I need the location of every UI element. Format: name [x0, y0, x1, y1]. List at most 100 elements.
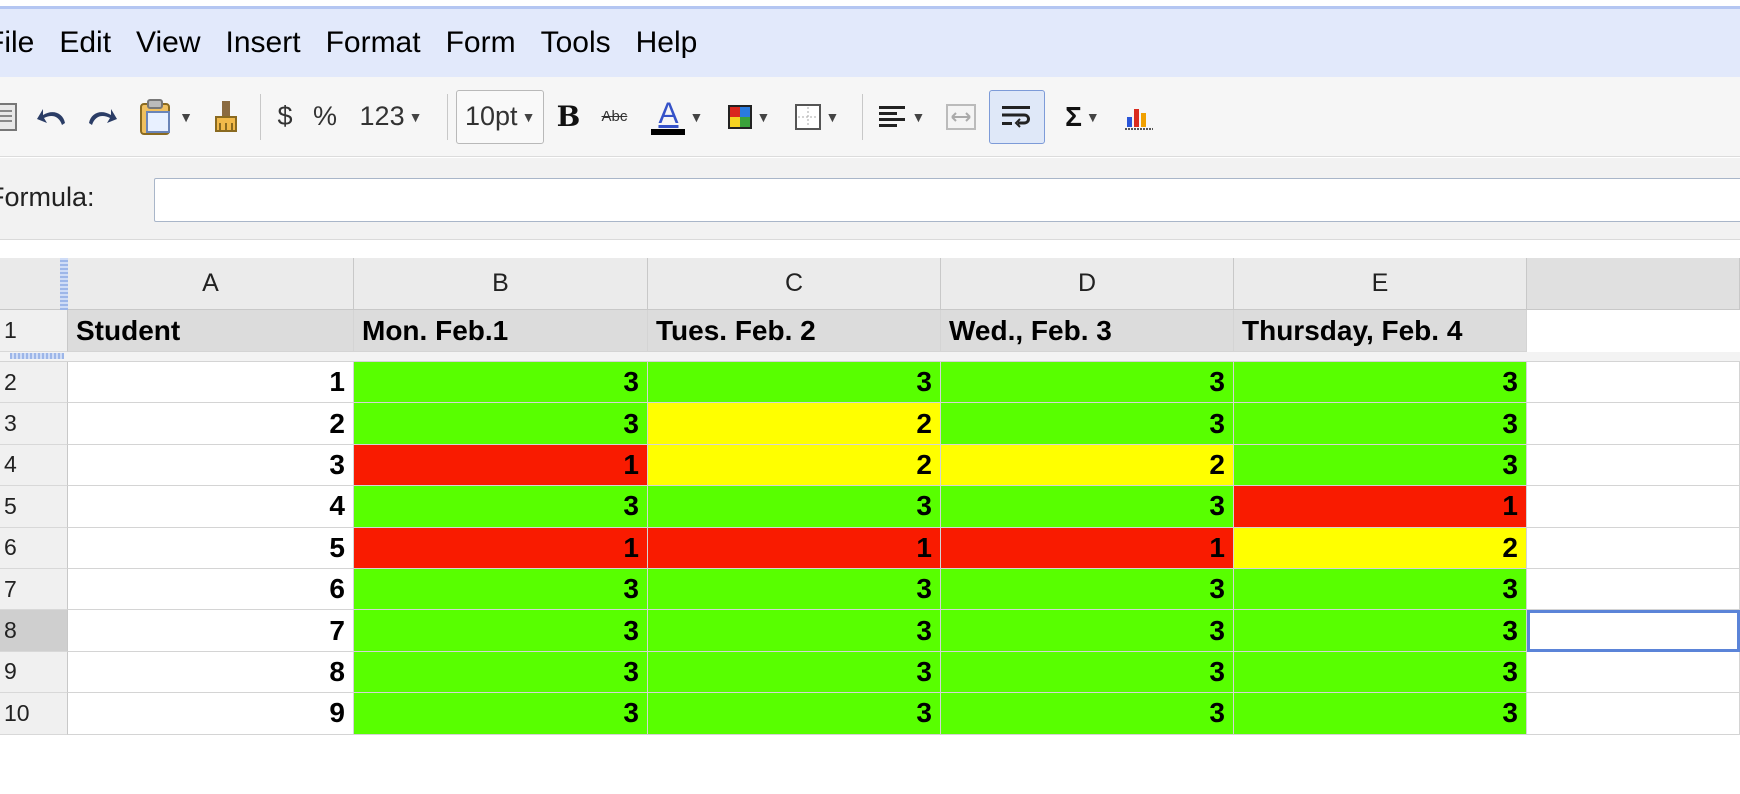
score-cell[interactable]: 3 — [1234, 569, 1527, 611]
score-cell[interactable]: 1 — [941, 527, 1234, 569]
currency-button[interactable]: $ — [269, 90, 301, 144]
empty-cell[interactable] — [1527, 444, 1740, 487]
student-cell[interactable]: 9 — [68, 693, 354, 735]
menu-edit[interactable]: Edit — [43, 26, 120, 60]
header-cell-thu[interactable]: Thursday, Feb. 4 — [1234, 310, 1527, 352]
score-cell[interactable]: 3 — [941, 569, 1234, 611]
student-cell[interactable]: 6 — [68, 569, 354, 611]
font-size-select[interactable]: 10pt ▼ — [456, 89, 545, 144]
score-cell[interactable]: 3 — [354, 610, 648, 652]
score-cell[interactable]: 3 — [1234, 403, 1527, 445]
score-cell[interactable]: 3 — [1234, 444, 1527, 487]
column-header-c[interactable]: C — [648, 258, 941, 310]
row-header[interactable]: 10 — [0, 693, 68, 735]
score-cell[interactable]: 3 — [354, 362, 648, 404]
row-header[interactable]: 5 — [0, 486, 68, 528]
column-header-e[interactable]: E — [1234, 258, 1527, 310]
row-header[interactable]: 3 — [0, 403, 68, 445]
freeze-row-handle[interactable] — [10, 353, 64, 359]
wrap-text-icon[interactable] — [989, 89, 1046, 144]
score-cell[interactable]: 3 — [1234, 610, 1527, 652]
menu-insert[interactable]: Insert — [210, 26, 310, 60]
row-header[interactable]: 7 — [0, 569, 68, 611]
header-cell-tues[interactable]: Tues. Feb. 2 — [648, 310, 941, 352]
score-cell[interactable]: 3 — [941, 610, 1234, 652]
score-cell[interactable]: 1 — [354, 527, 648, 569]
score-cell[interactable]: 3 — [354, 693, 648, 735]
chart-icon[interactable] — [1119, 90, 1159, 144]
score-cell[interactable]: 3 — [354, 569, 648, 611]
score-cell[interactable]: 1 — [354, 444, 648, 487]
score-cell[interactable]: 3 — [354, 651, 648, 694]
menu-help[interactable]: Help — [620, 26, 707, 60]
score-cell[interactable]: 3 — [1234, 651, 1527, 694]
student-cell[interactable]: 4 — [68, 486, 354, 528]
align-icon[interactable]: ▼ — [871, 90, 933, 144]
score-cell[interactable]: 3 — [1234, 693, 1527, 735]
row-header-1[interactable]: 1 — [0, 310, 68, 352]
score-cell[interactable]: 3 — [941, 403, 1234, 445]
empty-cell[interactable] — [1527, 693, 1740, 735]
sum-icon[interactable]: Σ ▼ — [1051, 90, 1113, 144]
freeze-column-handle[interactable] — [60, 258, 68, 310]
column-header-f[interactable] — [1527, 258, 1740, 310]
score-cell[interactable]: 3 — [1234, 362, 1527, 404]
fill-color-icon[interactable]: ▼ — [718, 90, 780, 144]
paint-format-icon[interactable] — [206, 90, 246, 144]
score-cell[interactable]: 3 — [648, 486, 941, 528]
empty-cell[interactable] — [1527, 651, 1740, 694]
score-cell[interactable]: 3 — [648, 569, 941, 611]
header-cell-student[interactable]: Student — [68, 310, 354, 352]
header-cell-wed[interactable]: Wed., Feb. 3 — [941, 310, 1234, 352]
score-cell[interactable]: 3 — [354, 403, 648, 445]
number-format-button[interactable]: 123 ▼ — [349, 90, 433, 144]
score-cell[interactable]: 1 — [1234, 486, 1527, 528]
row-header[interactable]: 8 — [0, 610, 68, 652]
score-cell[interactable]: 3 — [941, 486, 1234, 528]
score-cell[interactable]: 3 — [648, 362, 941, 404]
select-all-corner[interactable] — [0, 258, 68, 310]
redo-icon[interactable] — [80, 90, 124, 144]
text-color-icon[interactable]: A ▼ — [642, 90, 712, 144]
header-cell-mon[interactable]: Mon. Feb.1 — [354, 310, 648, 352]
row-header[interactable]: 9 — [0, 651, 68, 694]
score-cell[interactable]: 3 — [941, 693, 1234, 735]
empty-cell[interactable] — [1527, 403, 1740, 445]
score-cell[interactable]: 2 — [648, 403, 941, 445]
score-cell[interactable]: 3 — [941, 651, 1234, 694]
student-cell[interactable]: 1 — [68, 362, 354, 404]
empty-cell[interactable] — [1527, 569, 1740, 611]
empty-cell[interactable] — [1527, 362, 1740, 404]
bold-icon[interactable]: B — [550, 90, 586, 144]
score-cell[interactable]: 3 — [648, 610, 941, 652]
student-cell[interactable]: 2 — [68, 403, 354, 445]
student-cell[interactable]: 7 — [68, 610, 354, 652]
strikethrough-icon[interactable]: Abc — [592, 90, 636, 144]
score-cell[interactable]: 3 — [648, 693, 941, 735]
undo-icon[interactable] — [30, 90, 74, 144]
student-cell[interactable]: 5 — [68, 527, 354, 569]
menu-file[interactable]: File — [0, 26, 43, 60]
menu-tools[interactable]: Tools — [525, 26, 620, 60]
row-header[interactable]: 6 — [0, 527, 68, 569]
score-cell[interactable]: 3 — [354, 486, 648, 528]
column-header-a[interactable]: A — [68, 258, 354, 310]
row-header[interactable]: 2 — [0, 362, 68, 404]
formula-input[interactable] — [154, 178, 1740, 222]
score-cell[interactable]: 3 — [941, 362, 1234, 404]
print-icon[interactable] — [0, 90, 24, 144]
row-header[interactable]: 4 — [0, 444, 68, 487]
column-header-d[interactable]: D — [941, 258, 1234, 310]
score-cell[interactable]: 1 — [648, 527, 941, 569]
borders-icon[interactable]: ▼ — [786, 90, 848, 144]
menu-format[interactable]: Format — [310, 26, 430, 60]
cell-selection-box[interactable] — [1527, 610, 1740, 652]
student-cell[interactable]: 3 — [68, 444, 354, 487]
empty-cell[interactable] — [1527, 486, 1740, 528]
column-header-b[interactable]: B — [354, 258, 648, 310]
merge-icon[interactable] — [939, 90, 983, 144]
menu-form[interactable]: Form — [430, 26, 525, 60]
percent-button[interactable]: % — [307, 90, 343, 144]
student-cell[interactable]: 8 — [68, 651, 354, 694]
menu-view[interactable]: View — [120, 26, 209, 60]
